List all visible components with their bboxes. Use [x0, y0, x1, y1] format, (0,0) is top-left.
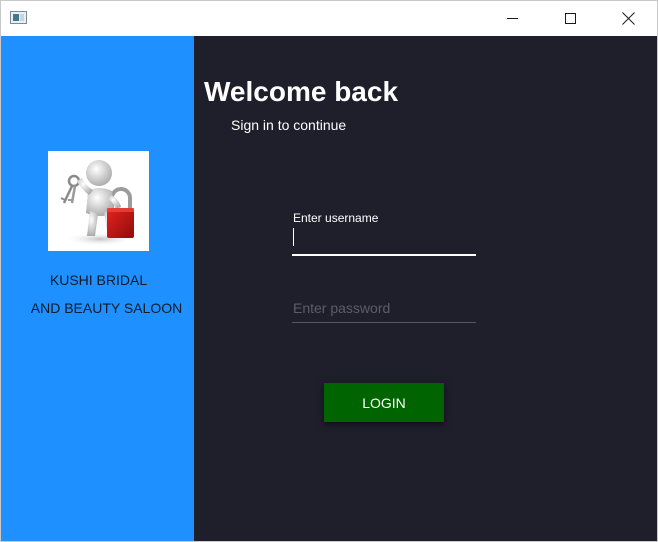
login-panel: Welcome back Sign in to continue Enter u… — [194, 36, 657, 541]
page-subtitle: Sign in to continue — [231, 117, 347, 133]
close-icon — [622, 12, 635, 25]
minimize-button[interactable] — [483, 1, 541, 36]
title-bar[interactable] — [1, 1, 657, 36]
brand-name-line-1: KUSHI BRIDAL — [49, 272, 148, 288]
username-label: Enter username — [293, 211, 379, 225]
username-field[interactable]: Enter username — [292, 209, 476, 256]
page-title: Welcome back — [204, 76, 399, 107]
maximize-icon — [564, 13, 576, 24]
maximize-button[interactable] — [541, 1, 599, 36]
close-button[interactable] — [599, 1, 657, 36]
login-button[interactable]: LOGIN — [324, 383, 444, 422]
app-window: KUSHI BRIDAL AND BEAUTY SALOON Welcome b… — [0, 0, 658, 542]
minimize-icon — [506, 18, 518, 19]
password-input[interactable] — [292, 297, 476, 319]
brand-name-line-2: AND BEAUTY SALOON — [30, 300, 183, 316]
password-field[interactable] — [292, 291, 476, 323]
username-input[interactable] — [292, 229, 476, 251]
logo — [48, 151, 149, 251]
sidebar-panel: KUSHI BRIDAL AND BEAUTY SALOON — [1, 36, 194, 541]
text-caret — [293, 228, 294, 246]
app-window-icon — [10, 11, 27, 24]
person-with-keys-and-padlock-icon — [60, 160, 136, 246]
